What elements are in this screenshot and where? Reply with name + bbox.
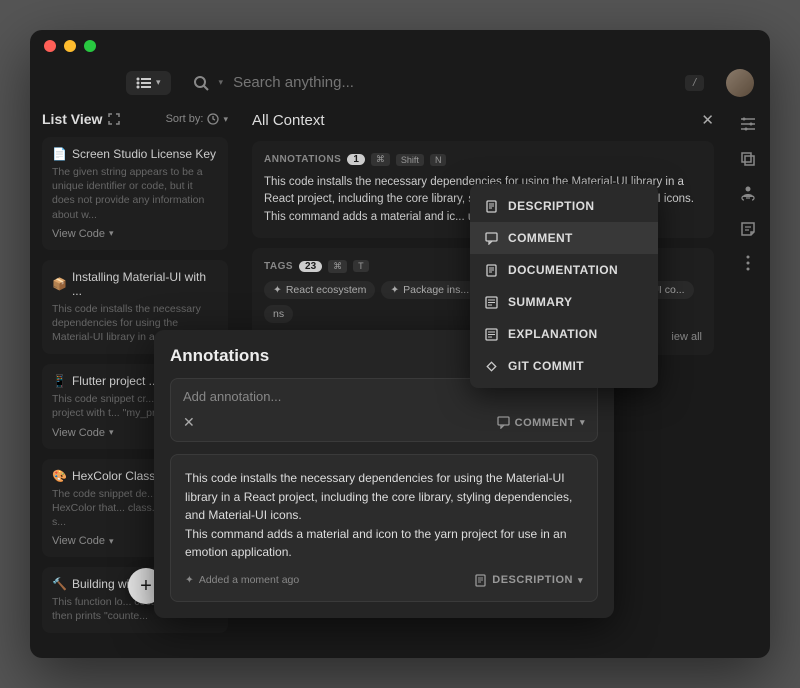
kbd-badge: T <box>353 260 369 272</box>
tag-chip[interactable]: ns <box>264 305 293 323</box>
package-icon: 📦 <box>52 277 67 291</box>
annotation-type-select[interactable]: DESCRIPTION ▾ <box>474 574 583 587</box>
menu-item-description[interactable]: DESCRIPTION <box>470 190 658 222</box>
view-code-button[interactable]: View Code▾ <box>52 228 218 240</box>
annotation-type-select[interactable]: COMMENT ▾ <box>497 416 585 429</box>
section-label: ANNOTATIONS <box>264 154 341 165</box>
expand-icon[interactable] <box>108 113 120 125</box>
document-icon <box>474 574 487 587</box>
minimize-window-button[interactable] <box>64 40 76 52</box>
list-item[interactable]: 📄Screen Studio License Key The given str… <box>42 137 228 250</box>
sort-button[interactable]: Sort by: ▾ <box>166 113 228 125</box>
close-icon[interactable]: ✕ <box>183 414 195 431</box>
search-bar[interactable]: ▾ / <box>183 68 714 97</box>
right-rail <box>726 103 770 658</box>
maximize-window-button[interactable] <box>84 40 96 52</box>
chevron-down-icon: ▾ <box>578 575 583 586</box>
note-icon[interactable] <box>740 221 756 237</box>
annotations-count: 1 <box>347 154 365 165</box>
text-icon: 📄 <box>52 147 67 161</box>
annotation-type-menu: DESCRIPTION COMMENT DOCUMENTATION SUMMAR… <box>470 184 658 388</box>
diamond-icon <box>484 360 498 373</box>
list-icon <box>136 77 152 89</box>
close-window-button[interactable] <box>44 40 56 52</box>
search-input[interactable] <box>233 74 675 91</box>
clock-icon <box>207 113 219 125</box>
search-icon <box>193 75 209 91</box>
lines-icon <box>484 296 498 309</box>
copy-icon[interactable] <box>740 151 756 167</box>
titlebar <box>30 30 770 62</box>
settings-icon[interactable] <box>739 115 757 133</box>
app-window: ▾ ▾ / List View Sort by: ▾ <box>30 30 770 658</box>
kbd-badge: N <box>430 154 447 166</box>
menu-item-comment[interactable]: COMMENT <box>470 222 658 254</box>
menu-item-summary[interactable]: SUMMARY <box>470 286 658 318</box>
tags-count: 23 <box>299 261 322 272</box>
menu-item-explanation[interactable]: EXPLANATION <box>470 318 658 350</box>
annotation-timestamp: ✦ Added a moment ago <box>185 574 299 586</box>
chevron-down-icon: ▾ <box>223 114 228 125</box>
card-description: The given string appears to be a unique … <box>52 165 218 222</box>
chevron-down-icon: ▾ <box>580 417 585 428</box>
user-avatar[interactable] <box>726 69 754 97</box>
kbd-badge: ⌘ <box>371 153 390 166</box>
color-icon: 🎨 <box>52 469 67 483</box>
kbd-badge: ⌘ <box>328 260 347 273</box>
view-mode-button[interactable]: ▾ <box>126 71 171 95</box>
kbd-badge: Shift <box>396 154 424 166</box>
person-link-icon[interactable] <box>740 185 756 203</box>
topbar: ▾ ▾ / <box>30 62 770 103</box>
menu-item-git-commit[interactable]: GIT COMMIT <box>470 350 658 382</box>
comment-icon <box>484 232 498 245</box>
flutter-icon: 📱 <box>52 374 67 388</box>
sidebar-title: List View <box>42 111 120 127</box>
document-icon <box>484 264 498 277</box>
context-title: All Context <box>252 112 325 129</box>
chevron-down-icon: ▾ <box>219 77 224 88</box>
comment-icon <box>497 416 510 429</box>
more-icon[interactable] <box>746 255 750 271</box>
annotation-body: This code installs the necessary depende… <box>185 469 583 562</box>
chevron-down-icon: ▾ <box>156 77 161 88</box>
close-context-button[interactable]: ✕ <box>701 111 714 129</box>
existing-annotation: This code installs the necessary depende… <box>170 454 598 602</box>
tag-chip[interactable]: ✦ React ecosystem <box>264 281 375 299</box>
menu-item-documentation[interactable]: DOCUMENTATION <box>470 254 658 286</box>
annotation-input[interactable]: Add annotation... <box>183 389 585 404</box>
section-label: TAGS <box>264 261 293 272</box>
document-icon <box>484 200 498 213</box>
build-icon: 🔨 <box>52 577 67 591</box>
lines-icon <box>484 328 498 341</box>
slash-shortcut-badge: / <box>685 75 704 91</box>
tag-chip[interactable]: ✦ Package ins... <box>381 281 478 299</box>
